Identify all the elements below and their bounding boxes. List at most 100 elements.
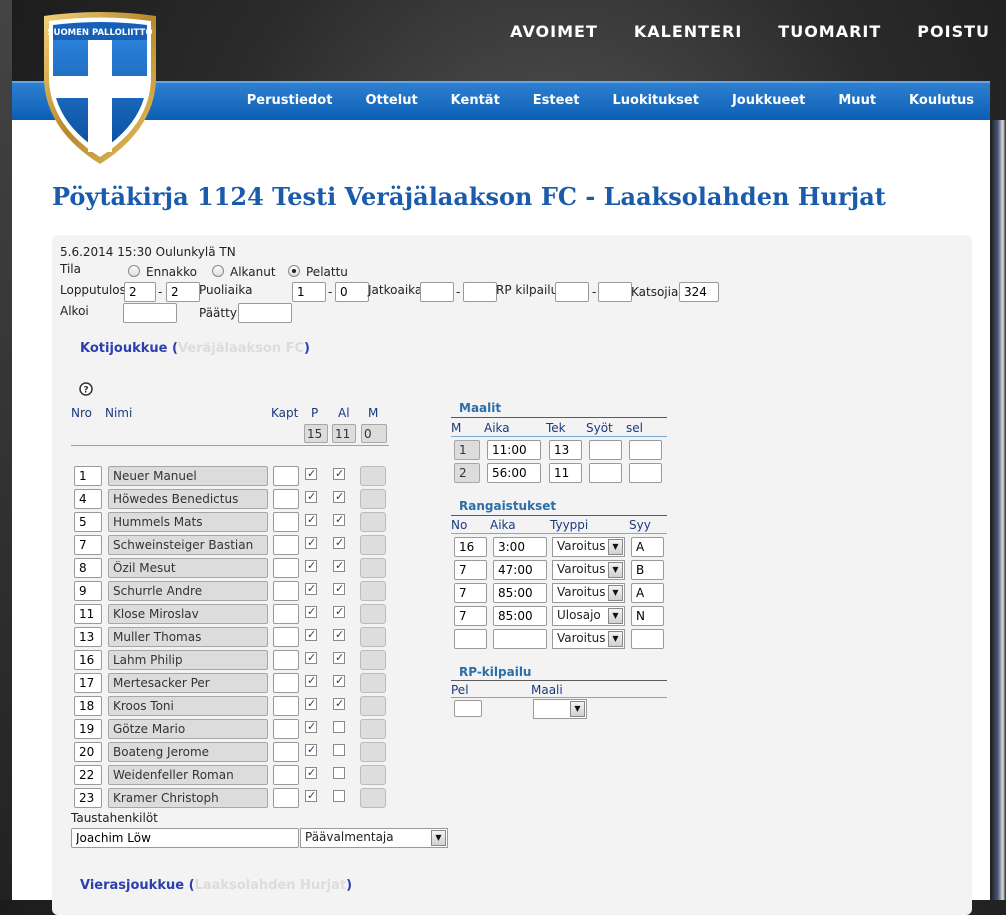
jatkoaika-away-input[interactable] bbox=[463, 282, 497, 302]
player-number-input[interactable] bbox=[74, 512, 102, 532]
player-captain-input[interactable] bbox=[273, 627, 299, 647]
player-number-input[interactable] bbox=[74, 742, 102, 762]
state-alkanut-radio[interactable] bbox=[212, 265, 224, 277]
state-ennakko-radio[interactable] bbox=[128, 265, 140, 277]
player-m-button[interactable] bbox=[360, 489, 386, 509]
player-al-checkbox[interactable] bbox=[333, 675, 345, 687]
player-m-button[interactable] bbox=[360, 466, 386, 486]
player-number-input[interactable] bbox=[74, 696, 102, 716]
goal-assist-input[interactable] bbox=[589, 440, 622, 460]
paattyi-input[interactable] bbox=[238, 303, 292, 323]
penalty-type-select[interactable]: Varoitus ▼ bbox=[552, 537, 625, 557]
penalty-time-input[interactable] bbox=[493, 629, 547, 649]
player-number-input[interactable] bbox=[74, 489, 102, 509]
penalty-type-select[interactable]: Varoitus ▼ bbox=[552, 629, 625, 649]
player-number-input[interactable] bbox=[74, 765, 102, 785]
player-al-checkbox[interactable] bbox=[333, 514, 345, 526]
penalty-number-input[interactable] bbox=[454, 537, 487, 557]
menu-muut[interactable]: Muut bbox=[838, 93, 876, 108]
player-number-input[interactable] bbox=[74, 604, 102, 624]
player-p-checkbox[interactable] bbox=[305, 514, 317, 526]
player-m-button[interactable] bbox=[360, 627, 386, 647]
penalty-time-input[interactable] bbox=[493, 537, 547, 557]
player-p-checkbox[interactable] bbox=[305, 606, 317, 618]
player-captain-input[interactable] bbox=[273, 535, 299, 555]
player-p-checkbox[interactable] bbox=[305, 790, 317, 802]
player-al-checkbox[interactable] bbox=[333, 468, 345, 480]
player-al-checkbox[interactable] bbox=[333, 698, 345, 710]
staff-role-select[interactable]: Päävalmentaja ▼ bbox=[300, 828, 448, 848]
nav-tuomarit[interactable]: TUOMARIT bbox=[778, 22, 881, 46]
nav-poistu[interactable]: POISTU bbox=[917, 22, 990, 46]
player-m-button[interactable] bbox=[360, 696, 386, 716]
penalty-time-input[interactable] bbox=[493, 583, 547, 603]
goal-scorer-input[interactable] bbox=[549, 463, 582, 483]
rp-maali-select[interactable]: ▼ bbox=[533, 699, 587, 719]
player-number-input[interactable] bbox=[74, 581, 102, 601]
penalty-reason-input[interactable] bbox=[631, 537, 664, 557]
player-m-button[interactable] bbox=[360, 604, 386, 624]
player-number-input[interactable] bbox=[74, 466, 102, 486]
menu-ottelut[interactable]: Ottelut bbox=[365, 93, 417, 108]
player-captain-input[interactable] bbox=[273, 558, 299, 578]
player-captain-input[interactable] bbox=[273, 719, 299, 739]
player-m-button[interactable] bbox=[360, 650, 386, 670]
menu-esteet[interactable]: Esteet bbox=[533, 93, 580, 108]
player-m-button[interactable] bbox=[360, 673, 386, 693]
suomen-palloliitto-logo-icon[interactable]: SUOMEN PALLOLIITTO bbox=[38, 10, 162, 168]
penalty-number-input[interactable] bbox=[454, 629, 487, 649]
player-captain-input[interactable] bbox=[273, 673, 299, 693]
help-icon[interactable]: ? bbox=[79, 382, 93, 396]
player-number-input[interactable] bbox=[74, 650, 102, 670]
player-captain-input[interactable] bbox=[273, 650, 299, 670]
puoliaika-home-input[interactable] bbox=[292, 282, 326, 302]
player-p-checkbox[interactable] bbox=[305, 629, 317, 641]
player-p-checkbox[interactable] bbox=[305, 468, 317, 480]
player-p-checkbox[interactable] bbox=[305, 698, 317, 710]
player-p-checkbox[interactable] bbox=[305, 744, 317, 756]
player-number-input[interactable] bbox=[74, 673, 102, 693]
goal-sel-input[interactable] bbox=[629, 440, 662, 460]
penalty-reason-input[interactable] bbox=[631, 629, 664, 649]
penalty-time-input[interactable] bbox=[493, 560, 547, 580]
player-captain-input[interactable] bbox=[273, 489, 299, 509]
player-p-checkbox[interactable] bbox=[305, 583, 317, 595]
player-m-button[interactable] bbox=[360, 581, 386, 601]
goal-sel-input[interactable] bbox=[629, 463, 662, 483]
penalty-reason-input[interactable] bbox=[631, 560, 664, 580]
penalty-number-input[interactable] bbox=[454, 606, 487, 626]
player-m-button[interactable] bbox=[360, 512, 386, 532]
jatkoaika-home-input[interactable] bbox=[420, 282, 454, 302]
player-p-checkbox[interactable] bbox=[305, 537, 317, 549]
player-m-button[interactable] bbox=[360, 788, 386, 808]
player-m-button[interactable] bbox=[360, 558, 386, 578]
menu-luokitukset[interactable]: Luokitukset bbox=[612, 93, 698, 108]
player-p-checkbox[interactable] bbox=[305, 721, 317, 733]
player-captain-input[interactable] bbox=[273, 696, 299, 716]
player-captain-input[interactable] bbox=[273, 512, 299, 532]
penalty-type-select[interactable]: Varoitus ▼ bbox=[552, 560, 625, 580]
player-captain-input[interactable] bbox=[273, 765, 299, 785]
nav-avoimet[interactable]: AVOIMET bbox=[510, 22, 598, 46]
penalty-number-input[interactable] bbox=[454, 560, 487, 580]
player-m-button[interactable] bbox=[360, 765, 386, 785]
player-al-checkbox[interactable] bbox=[333, 652, 345, 664]
player-al-checkbox[interactable] bbox=[333, 583, 345, 595]
katsojia-input[interactable] bbox=[679, 282, 719, 302]
penalty-type-select[interactable]: Ulosajo ▼ bbox=[552, 606, 625, 626]
penalty-number-input[interactable] bbox=[454, 583, 487, 603]
player-captain-input[interactable] bbox=[273, 466, 299, 486]
nav-kalenteri[interactable]: KALENTERI bbox=[634, 22, 742, 46]
penalty-reason-input[interactable] bbox=[631, 606, 664, 626]
state-pelattu-radio[interactable] bbox=[288, 265, 300, 277]
goal-assist-input[interactable] bbox=[589, 463, 622, 483]
goal-scorer-input[interactable] bbox=[549, 440, 582, 460]
goal-time-input[interactable] bbox=[487, 440, 541, 460]
player-m-button[interactable] bbox=[360, 535, 386, 555]
rp-away-input[interactable] bbox=[598, 282, 632, 302]
player-al-checkbox[interactable] bbox=[333, 767, 345, 779]
player-captain-input[interactable] bbox=[273, 742, 299, 762]
rp-home-input[interactable] bbox=[555, 282, 589, 302]
player-al-checkbox[interactable] bbox=[333, 790, 345, 802]
menu-koulutus[interactable]: Koulutus bbox=[909, 93, 974, 108]
